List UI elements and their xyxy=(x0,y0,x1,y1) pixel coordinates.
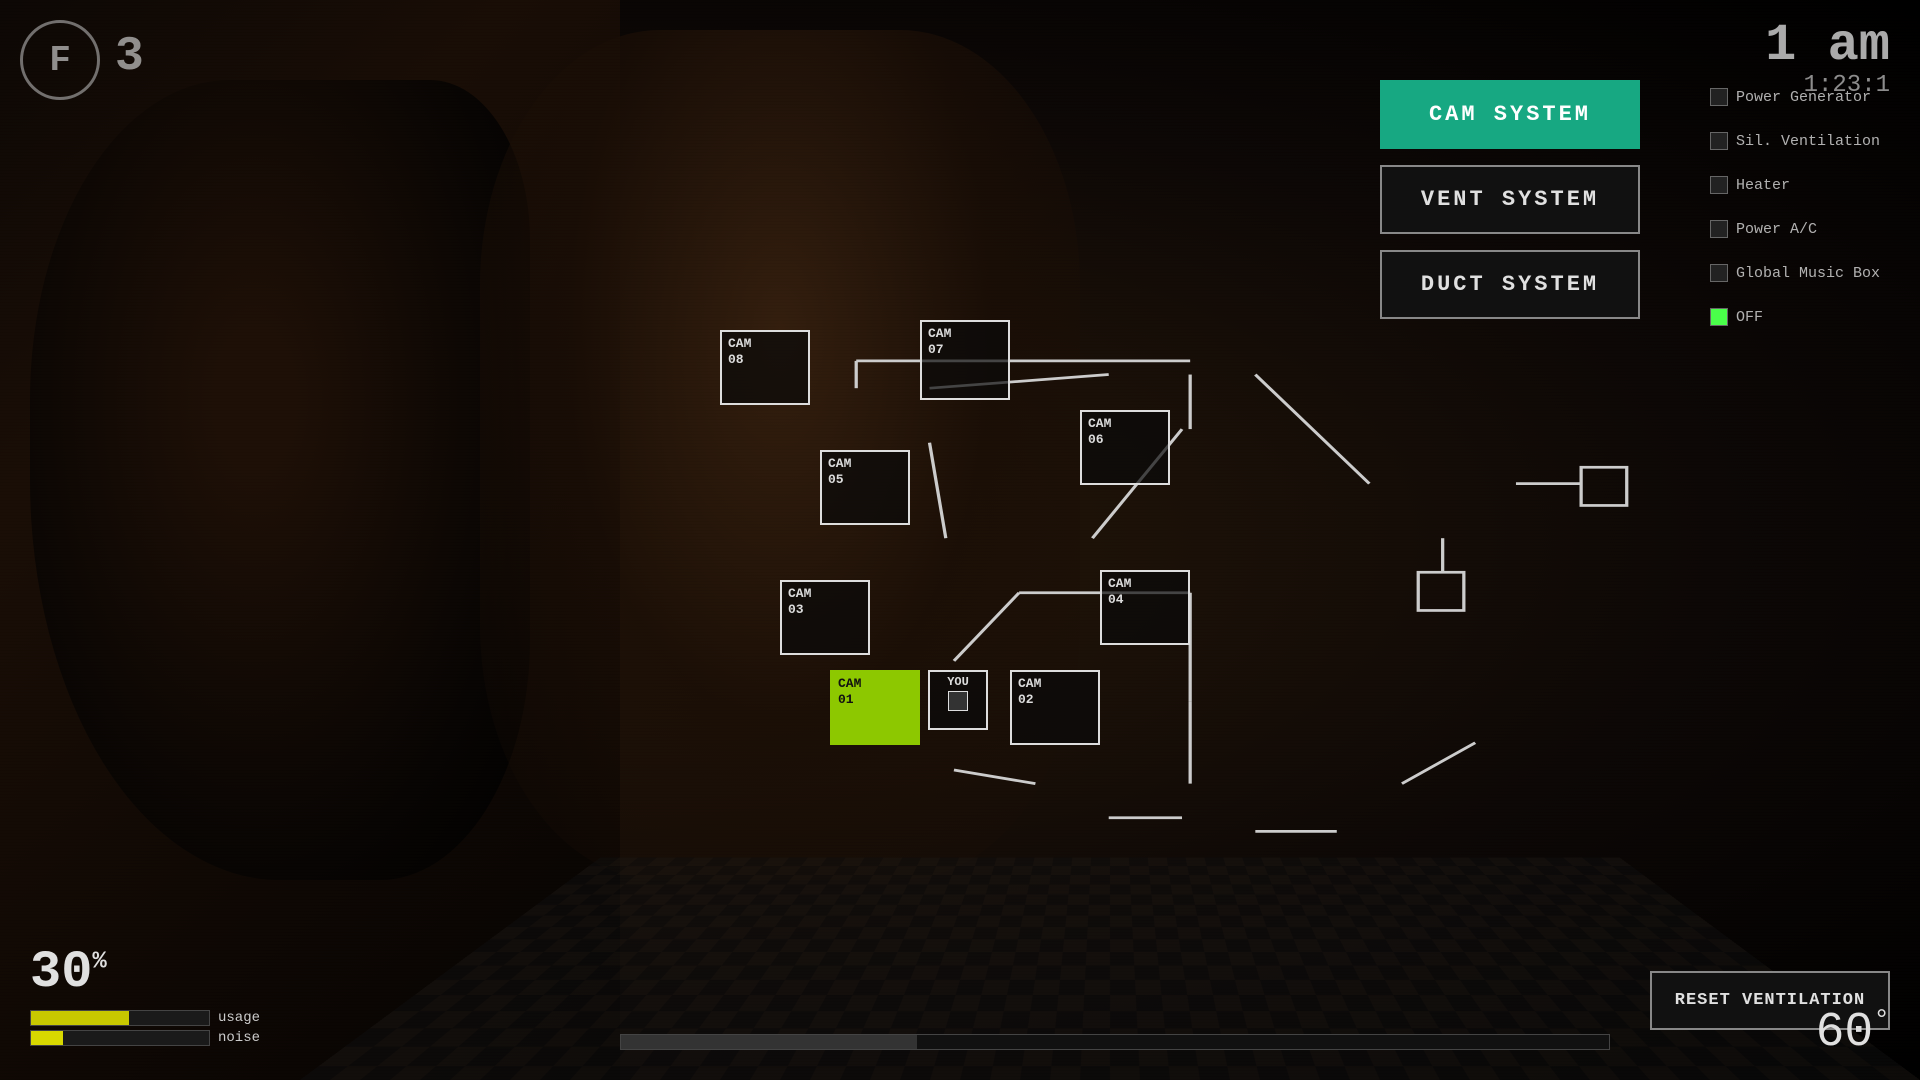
noise-bar-label: noise xyxy=(218,1030,260,1046)
usage-bar-row: usage xyxy=(30,1010,260,1026)
cam-08-box[interactable]: CAM08 xyxy=(720,330,810,405)
night-number: 3 xyxy=(115,30,144,84)
bottom-progress-bar xyxy=(620,1034,1610,1050)
noise-bar-track xyxy=(30,1030,210,1046)
music-box-label: Global Music Box xyxy=(1736,265,1880,282)
time-hour: 1 am xyxy=(1765,20,1890,72)
cam-04-label: CAM04 xyxy=(1108,576,1182,607)
sidebar-item-sil-vent[interactable]: Sil. Ventilation xyxy=(1710,124,1910,158)
usage-bar-fill xyxy=(31,1011,129,1025)
music-box-indicator xyxy=(1710,264,1728,282)
camera-map: CAM08 CAM07 CAM06 CAM05 CAM04 CAM03 YOU … xyxy=(620,320,1630,920)
temperature-display: 60° xyxy=(1816,1006,1890,1060)
cam-03-label: CAM03 xyxy=(788,586,862,617)
you-box: YOU xyxy=(928,670,988,730)
cam-01-label: CAM01 xyxy=(838,676,912,707)
sidebar-controls: Power Generator Sil. Ventilation Heater … xyxy=(1710,80,1910,344)
cam-03-box[interactable]: CAM03 xyxy=(780,580,870,655)
power-gen-label: Power Generator xyxy=(1736,89,1871,106)
usage-bar-track xyxy=(30,1010,210,1026)
sil-vent-indicator xyxy=(1710,132,1728,150)
cam-08-label: CAM08 xyxy=(728,336,802,367)
cam-07-box[interactable]: CAM07 xyxy=(920,320,1010,400)
main-system-buttons: CAM SYSTEM VENT SYSTEM DUCT SYSTEM xyxy=(1380,80,1640,335)
power-ac-label: Power A/C xyxy=(1736,221,1817,238)
sidebar-item-music-box[interactable]: Global Music Box xyxy=(1710,256,1910,290)
vent-system-button[interactable]: VENT SYSTEM xyxy=(1380,165,1640,234)
you-icon xyxy=(948,691,968,711)
f-logo: F xyxy=(20,20,100,100)
usage-bar-label: usage xyxy=(218,1010,260,1026)
cam-07-label: CAM07 xyxy=(928,326,1002,357)
power-percent-value: 30% xyxy=(30,943,260,1002)
cam-05-box[interactable]: CAM05 xyxy=(820,450,910,525)
cam-06-label: CAM06 xyxy=(1088,416,1162,447)
duct-system-button[interactable]: DUCT SYSTEM xyxy=(1380,250,1640,319)
sil-vent-label: Sil. Ventilation xyxy=(1736,133,1880,150)
off-indicator xyxy=(1710,308,1728,326)
cam-06-box[interactable]: CAM06 xyxy=(1080,410,1170,485)
power-ac-indicator xyxy=(1710,220,1728,238)
sidebar-item-off[interactable]: OFF xyxy=(1710,300,1910,334)
sidebar-item-power-gen[interactable]: Power Generator xyxy=(1710,80,1910,114)
power-display: 30% usage noise xyxy=(30,943,260,1050)
cam-02-box[interactable]: CAM02 xyxy=(1010,670,1100,745)
noise-bar-fill xyxy=(31,1031,63,1045)
cam-02-label: CAM02 xyxy=(1018,676,1092,707)
temp-value: 60° xyxy=(1816,1006,1890,1060)
cam-05-label: CAM05 xyxy=(828,456,902,487)
bottom-progress-fill xyxy=(621,1035,917,1049)
bar-container: usage noise xyxy=(30,1010,260,1046)
cam-01-box[interactable]: CAM01 xyxy=(830,670,920,745)
you-label: YOU xyxy=(935,675,981,689)
heater-indicator xyxy=(1710,176,1728,194)
sidebar-item-power-ac[interactable]: Power A/C xyxy=(1710,212,1910,246)
noise-bar-row: noise xyxy=(30,1030,260,1046)
cam-04-box[interactable]: CAM04 xyxy=(1100,570,1190,645)
cam-system-button[interactable]: CAM SYSTEM xyxy=(1380,80,1640,149)
heater-label: Heater xyxy=(1736,177,1790,194)
sidebar-item-heater[interactable]: Heater xyxy=(1710,168,1910,202)
power-gen-indicator xyxy=(1710,88,1728,106)
off-label: OFF xyxy=(1736,309,1763,326)
